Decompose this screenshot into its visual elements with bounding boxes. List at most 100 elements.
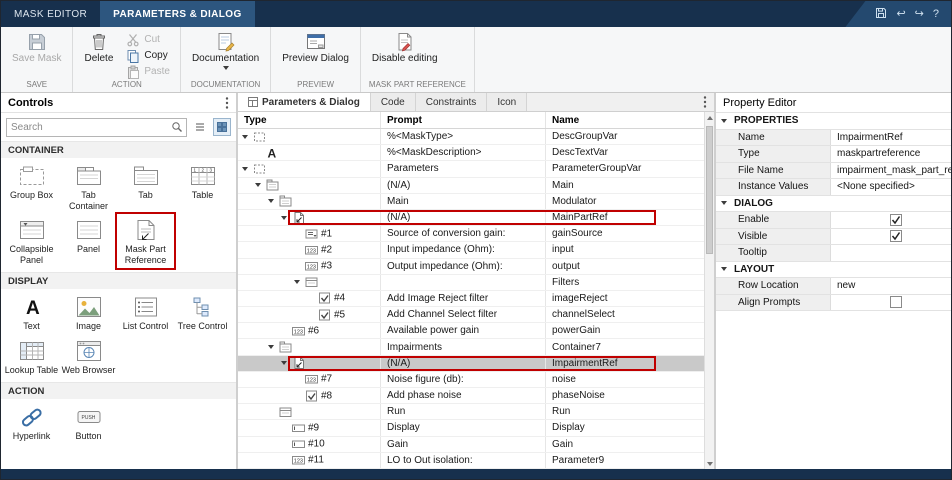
- grid-view-button[interactable]: [213, 118, 231, 136]
- control-table[interactable]: 1 2 3 Table: [174, 160, 231, 214]
- prop-section-layout[interactable]: LAYOUT: [716, 261, 951, 278]
- cell-name: noise: [545, 371, 704, 387]
- prop-section-dialog[interactable]: DIALOG: [716, 195, 951, 212]
- tree-row-input[interactable]: 123 #2 Input impedance (Ohm): input: [238, 242, 704, 259]
- control-panel[interactable]: Panel: [60, 214, 117, 268]
- tree-row-channelselect[interactable]: #5 Add Channel Select filter channelSelect: [238, 307, 704, 324]
- tree-row-desctextvar[interactable]: A %<MaskDescription> DescTextVar: [238, 145, 704, 162]
- save-mask-button[interactable]: Save Mask: [8, 30, 65, 66]
- titlebar-tab-parameters-dialog[interactable]: PARAMETERS & DIALOG: [100, 1, 255, 27]
- expander-icon[interactable]: [281, 215, 287, 220]
- tree-row-noise[interactable]: 123 #7 Noise figure (db): noise: [238, 371, 704, 388]
- control-tab-container[interactable]: Tab Container: [60, 160, 117, 214]
- align-prompts-checkbox[interactable]: [890, 296, 903, 309]
- delete-button[interactable]: Delete: [80, 30, 117, 66]
- tab-parameters-dialog[interactable]: Parameters & Dialog: [238, 93, 371, 111]
- control-tab[interactable]: Tab: [117, 160, 174, 214]
- documentation-button[interactable]: Documentation: [188, 30, 263, 72]
- scroll-up-icon[interactable]: [705, 112, 714, 123]
- tree-row-parametergroupvar[interactable]: Parameters ParameterGroupVar: [238, 161, 704, 178]
- vertical-scrollbar[interactable]: [704, 112, 714, 469]
- expander-icon[interactable]: [268, 345, 274, 350]
- control-collapsible-panel[interactable]: Collapsible Panel: [3, 214, 60, 268]
- control-text[interactable]: A Text: [3, 291, 60, 335]
- control-lookup-table[interactable]: Lookup Table: [3, 335, 60, 379]
- tree-row-phasenoise[interactable]: #8 Add phase noise phaseNoise: [238, 388, 704, 405]
- expander-icon[interactable]: [294, 280, 300, 285]
- cell-prompt: LO to Out isolation:: [380, 452, 545, 468]
- control-group-box[interactable]: Group Box: [3, 160, 60, 214]
- tree-row-imagereject[interactable]: #4 Add Image Reject filter imageReject: [238, 290, 704, 308]
- tree-row-parameter9[interactable]: 123 #11 LO to Out isolation: Parameter9: [238, 452, 704, 469]
- cell-name: Main: [545, 177, 704, 193]
- cell-name: Gain: [545, 436, 704, 452]
- row-location-value[interactable]: new: [837, 280, 855, 291]
- expander-icon[interactable]: [255, 183, 261, 188]
- control-hyperlink[interactable]: Hyperlink: [3, 401, 60, 445]
- control-image[interactable]: Image: [60, 291, 117, 335]
- visible-checkbox[interactable]: [890, 230, 903, 243]
- expander-icon[interactable]: [242, 134, 248, 139]
- tab-code[interactable]: Code: [370, 93, 416, 111]
- enable-checkbox[interactable]: [890, 213, 903, 226]
- tree-row-display[interactable]: #9 Display Display: [238, 420, 704, 437]
- type-value[interactable]: maskpartreference: [837, 148, 920, 159]
- control-list-control[interactable]: List Control: [117, 291, 174, 335]
- scrollbar-thumb[interactable]: [706, 126, 713, 254]
- cell-type: 123 #3: [238, 259, 380, 274]
- tree-row-modulator[interactable]: Main Modulator: [238, 193, 704, 210]
- cell-prompt: (N/A): [380, 209, 545, 226]
- cell-type: [238, 275, 380, 290]
- name-value[interactable]: ImpairmentRef: [837, 132, 903, 143]
- search-input[interactable]: [7, 121, 171, 133]
- tree-row-output[interactable]: 123 #3 Output impedance (Ohm): output: [238, 258, 704, 275]
- collapse-arrow-icon[interactable]: [716, 261, 732, 277]
- editor-menu-icon[interactable]: [696, 93, 714, 111]
- list-view-button[interactable]: [191, 118, 209, 136]
- instance-values-value[interactable]: <None specified>: [837, 181, 915, 192]
- search-box[interactable]: [6, 117, 187, 137]
- collapse-arrow-icon[interactable]: [716, 113, 732, 129]
- expander-icon[interactable]: [242, 166, 248, 171]
- control-web-browser[interactable]: Web Browser: [60, 335, 117, 379]
- tab-icon[interactable]: Icon: [487, 93, 528, 111]
- undo-icon[interactable]: ↩: [896, 8, 905, 20]
- tree-row-main[interactable]: (N/A) Main: [238, 177, 704, 194]
- tree-row-impairmentref[interactable]: (N/A) ImpairmentRef: [238, 355, 704, 372]
- tree-row-powergain[interactable]: 123 #6 Available power gain powerGain: [238, 323, 704, 340]
- control-mask-part-reference[interactable]: Mask Part Reference: [115, 212, 176, 270]
- collapse-arrow-icon[interactable]: [716, 195, 732, 211]
- tree-table-header: Type Prompt Name: [238, 112, 704, 129]
- column-header-prompt[interactable]: Prompt: [380, 112, 545, 128]
- tree-row-filters[interactable]: Filters: [238, 274, 704, 291]
- tree-row-run[interactable]: Run Run: [238, 404, 704, 421]
- control-button[interactable]: PUSH Button: [60, 401, 117, 445]
- save-icon[interactable]: [875, 7, 887, 22]
- tree-row-gainsource[interactable]: #1 Source of conversion gain: gainSource: [238, 226, 704, 243]
- tree-row-container7[interactable]: Impairments Container7: [238, 339, 704, 356]
- tree-row-gain[interactable]: #10 Gain Gain: [238, 436, 704, 453]
- redo-icon[interactable]: ↪: [915, 8, 924, 20]
- column-header-type[interactable]: Type: [238, 112, 380, 128]
- prop-section-properties[interactable]: PROPERTIES: [716, 113, 951, 130]
- scroll-down-icon[interactable]: [705, 458, 714, 469]
- prop-row-type: Type maskpartreference: [716, 146, 951, 163]
- tree-row-descgroupvar[interactable]: %<MaskType> DescGroupVar: [238, 129, 704, 146]
- expander-icon[interactable]: [268, 199, 274, 204]
- preview-dialog-button[interactable]: Preview Dialog: [278, 30, 353, 66]
- copy-button[interactable]: Copy: [123, 48, 173, 63]
- file-name-value[interactable]: impairment_mask_part_ref: [837, 165, 951, 176]
- tab-constraints[interactable]: Constraints: [415, 93, 488, 111]
- control-tree-control[interactable]: Tree Control: [174, 291, 231, 335]
- disable-editing-button[interactable]: Disable editing: [368, 30, 442, 66]
- svg-text:123: 123: [307, 265, 316, 271]
- paste-button[interactable]: Paste: [123, 64, 173, 79]
- controls-menu-icon[interactable]: [225, 96, 229, 110]
- titlebar-tab-mask-editor[interactable]: MASK EDITOR: [1, 1, 100, 27]
- expander-icon[interactable]: [281, 361, 287, 366]
- help-icon[interactable]: ?: [933, 8, 939, 20]
- cell-type: [238, 194, 380, 209]
- cut-button[interactable]: Cut: [123, 32, 173, 47]
- tree-row-mainpartref[interactable]: (N/A) MainPartRef: [238, 209, 704, 227]
- column-header-name[interactable]: Name: [545, 112, 704, 128]
